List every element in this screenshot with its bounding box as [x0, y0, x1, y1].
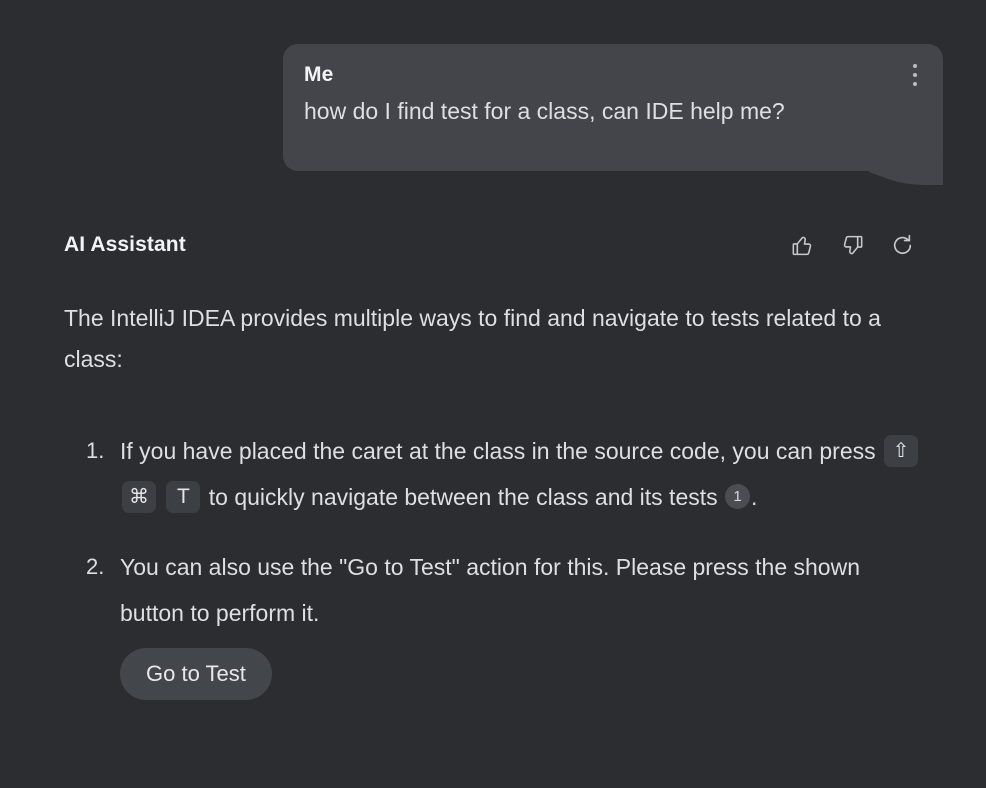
list-item-1-text-part1: If you have placed the caret at the clas…: [120, 438, 876, 464]
citation-badge[interactable]: 1: [725, 484, 751, 510]
message-text: how do I find test for a class, can IDE …: [304, 98, 785, 124]
keycap-t: T: [166, 480, 201, 513]
intro-paragraph: The IntelliJ IDEA provides multiple ways…: [64, 305, 881, 372]
thumbs-up-icon[interactable]: [788, 231, 816, 259]
thumbs-down-icon[interactable]: [838, 231, 866, 259]
list-item-1-text-part2: to quickly navigate between the class an…: [208, 484, 718, 510]
keycap-command: ⌘: [122, 480, 156, 513]
list-item-1-text-part3: .: [751, 484, 758, 510]
refresh-icon[interactable]: [888, 231, 916, 259]
keycap-shift: ⇧: [884, 434, 918, 467]
menu-dot: [913, 64, 917, 68]
list-item: If you have placed the caret at the clas…: [64, 428, 920, 520]
go-to-test-button[interactable]: Go to Test: [120, 648, 272, 700]
assistant-title: AI Assistant: [64, 233, 186, 256]
bubble-body: Me how do I find test for a class, can I…: [283, 44, 943, 171]
assistant-response: The IntelliJ IDEA provides multiple ways…: [64, 298, 934, 724]
assistant-actions: [788, 231, 916, 259]
more-vertical-icon[interactable]: [902, 60, 928, 90]
message-author: Me: [304, 63, 334, 86]
answer-list: If you have placed the caret at the clas…: [64, 428, 934, 700]
assistant-header: AI Assistant: [64, 226, 916, 264]
user-message-bubble: Me how do I find test for a class, can I…: [283, 44, 943, 185]
menu-dot: [913, 82, 917, 86]
menu-dot: [913, 73, 917, 77]
list-item: You can also use the "Go to Test" action…: [64, 544, 920, 700]
list-item-2-text: You can also use the "Go to Test" action…: [120, 554, 860, 626]
